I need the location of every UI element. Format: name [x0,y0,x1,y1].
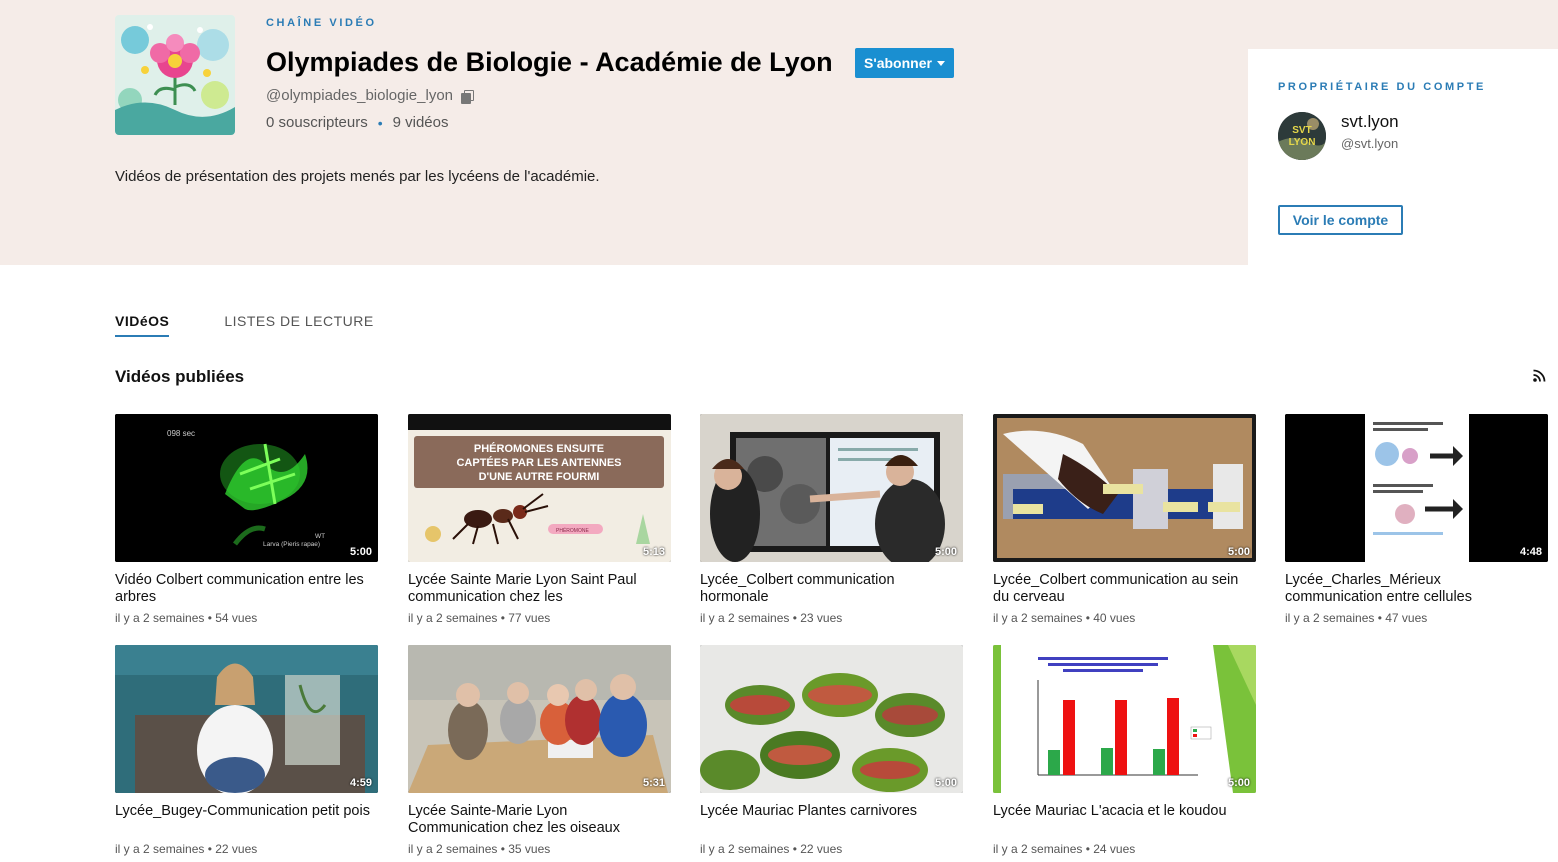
video-card[interactable]: 5:00 Lycée Mauriac L'acacia et le koudou… [993,645,1256,856]
channel-handle-row: @olympiades_biologie_lyon [266,87,475,104]
video-card[interactable]: 5:31 Lycée Sainte-Marie Lyon Communicati… [408,645,671,856]
thumb-banner-line1: PHÉROMONES ENSUITE [474,442,604,455]
owner-kicker: PROPRIÉTAIRE DU COMPTE [1278,81,1486,93]
video-meta: il y a 2 semaines • 54 vues [115,611,258,625]
video-card[interactable]: 5:00 Lycée_Colbert communication hormona… [700,414,963,625]
video-meta: il y a 2 semaines • 23 vues [700,611,843,625]
video-count: 9 vidéos [392,114,449,131]
video-thumbnail[interactable]: 5:00 [993,645,1256,793]
video-meta: il y a 2 semaines • 22 vues [115,842,258,856]
separator-dot-icon: • [377,114,383,131]
thumb-larva-text: Larva (Pieris rapae) [263,541,320,548]
thumb-pheromone-label: PHÉROMONE [556,527,589,534]
subscribe-button[interactable]: S'abonner [855,48,954,78]
video-thumbnail[interactable]: 4:59 [115,645,378,793]
channel-handle: @olympiades_biologie_lyon [266,87,454,104]
video-duration: 5:00 [934,777,957,789]
video-duration: 4:48 [1519,546,1542,558]
video-meta: il y a 2 semaines • 24 vues [993,842,1136,856]
owner-avatar[interactable]: SVT LYON [1278,112,1326,160]
video-thumbnail[interactable]: 5:00 [700,645,963,793]
video-title[interactable]: Lycée Sainte Marie Lyon Saint Paul commu… [408,572,671,606]
video-duration: 4:59 [349,777,372,789]
owner-card: PROPRIÉTAIRE DU COMPTE SVT LYON svt.lyon… [1248,49,1558,265]
tab-playlists[interactable]: LISTES DE LECTURE [224,313,373,337]
video-card[interactable]: 4:59 Lycée_Bugey-Communication petit poi… [115,645,378,856]
owner-handle: @svt.lyon [1341,136,1399,151]
video-duration: 5:00 [349,546,372,558]
section-title: Vidéos publiées [115,367,245,386]
view-account-button[interactable]: Voir le compte [1278,205,1403,235]
thumb-wt-text: WT [315,533,325,540]
rss-icon[interactable] [1533,369,1546,382]
video-meta: il y a 2 semaines • 40 vues [993,611,1136,625]
video-card[interactable]: PHÉROMONES ENSUITE CAPTÉES PAR LES ANTEN… [408,414,671,625]
thumb-caption-text: 098 sec [167,429,195,438]
video-title[interactable]: Lycée_Colbert communication au sein du c… [993,572,1256,606]
video-meta: il y a 2 semaines • 77 vues [408,611,551,625]
subscriber-count: 0 souscripteurs [266,114,368,131]
video-duration: 5:00 [934,546,957,558]
video-thumbnail[interactable]: 4:48 [1285,414,1548,562]
video-thumbnail[interactable]: PHÉROMONES ENSUITE CAPTÉES PAR LES ANTEN… [408,414,671,562]
video-duration: 5:31 [642,777,665,789]
video-card[interactable]: 5:00 Lycée_Colbert communication au sein… [993,414,1256,625]
video-thumbnail[interactable]: 5:31 [408,645,671,793]
video-card[interactable]: 098 sec WT Larva (Pieris rapae) 5:00 Vid… [115,414,378,625]
copy-icon[interactable] [461,89,475,104]
channel-logo [115,15,235,135]
video-title[interactable]: Lycée_Charles_Mérieux communication entr… [1285,572,1548,606]
thumb-banner-line2: CAPTÉES PAR LES ANTENNES [456,456,621,469]
channel-kicker: CHAÎNE VIDÉO [266,17,377,29]
channel-stats: 0 souscripteurs • 9 vidéos [266,114,449,131]
caret-down-icon [936,60,945,66]
owner-name[interactable]: svt.lyon [1341,112,1399,132]
video-title[interactable]: Lycée_Bugey-Communication petit pois [115,803,378,837]
video-duration: 5:00 [1227,777,1250,789]
video-title[interactable]: Lycée Sainte-Marie Lyon Communication ch… [408,803,671,837]
video-duration: 5:00 [1227,546,1250,558]
video-thumbnail[interactable]: 5:00 [993,414,1256,562]
video-thumbnail[interactable]: 098 sec WT Larva (Pieris rapae) 5:00 [115,414,378,562]
video-title[interactable]: Lycée_Colbert communication hormonale [700,572,963,606]
video-meta: il y a 2 semaines • 47 vues [1285,611,1428,625]
video-meta: il y a 2 semaines • 35 vues [408,842,551,856]
channel-title: Olympiades de Biologie - Académie de Lyo… [266,47,833,77]
channel-description: Vidéos de présentation des projets menés… [115,168,600,185]
channel-tabs: VIDéOS LISTES DE LECTURE [115,313,374,337]
video-title[interactable]: Vidéo Colbert communication entre les ar… [115,572,378,606]
video-card[interactable]: 4:48 Lycée_Charles_Mérieux communication… [1285,414,1548,625]
subscribe-label: S'abonner [864,55,932,71]
avatar-text-bottom: LYON [1289,137,1316,148]
video-title[interactable]: Lycée Mauriac L'acacia et le koudou [993,803,1256,837]
tab-videos[interactable]: VIDéOS [115,313,170,337]
avatar-text-top: SVT [1292,125,1311,136]
thumb-banner-line3: D'UNE AUTRE FOURMI [479,471,600,483]
video-title[interactable]: Lycée Mauriac Plantes carnivores [700,803,963,837]
video-duration: 5:13 [642,546,665,558]
video-thumbnail[interactable]: 5:00 [700,414,963,562]
video-card[interactable]: 5:00 Lycée Mauriac Plantes carnivores il… [700,645,963,856]
video-meta: il y a 2 semaines • 22 vues [700,842,843,856]
